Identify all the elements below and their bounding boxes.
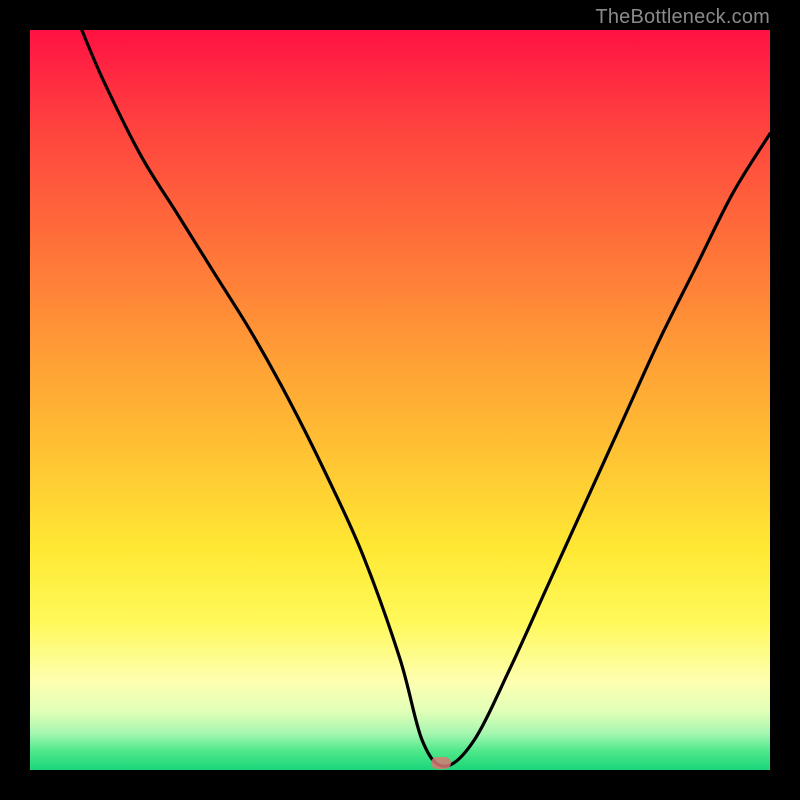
chart-frame: { "watermark": "TheBottleneck.com", "plo…: [0, 0, 800, 800]
watermark-text: TheBottleneck.com: [595, 6, 770, 29]
bottleneck-curve: [30, 30, 770, 770]
minimum-marker: [431, 757, 451, 769]
